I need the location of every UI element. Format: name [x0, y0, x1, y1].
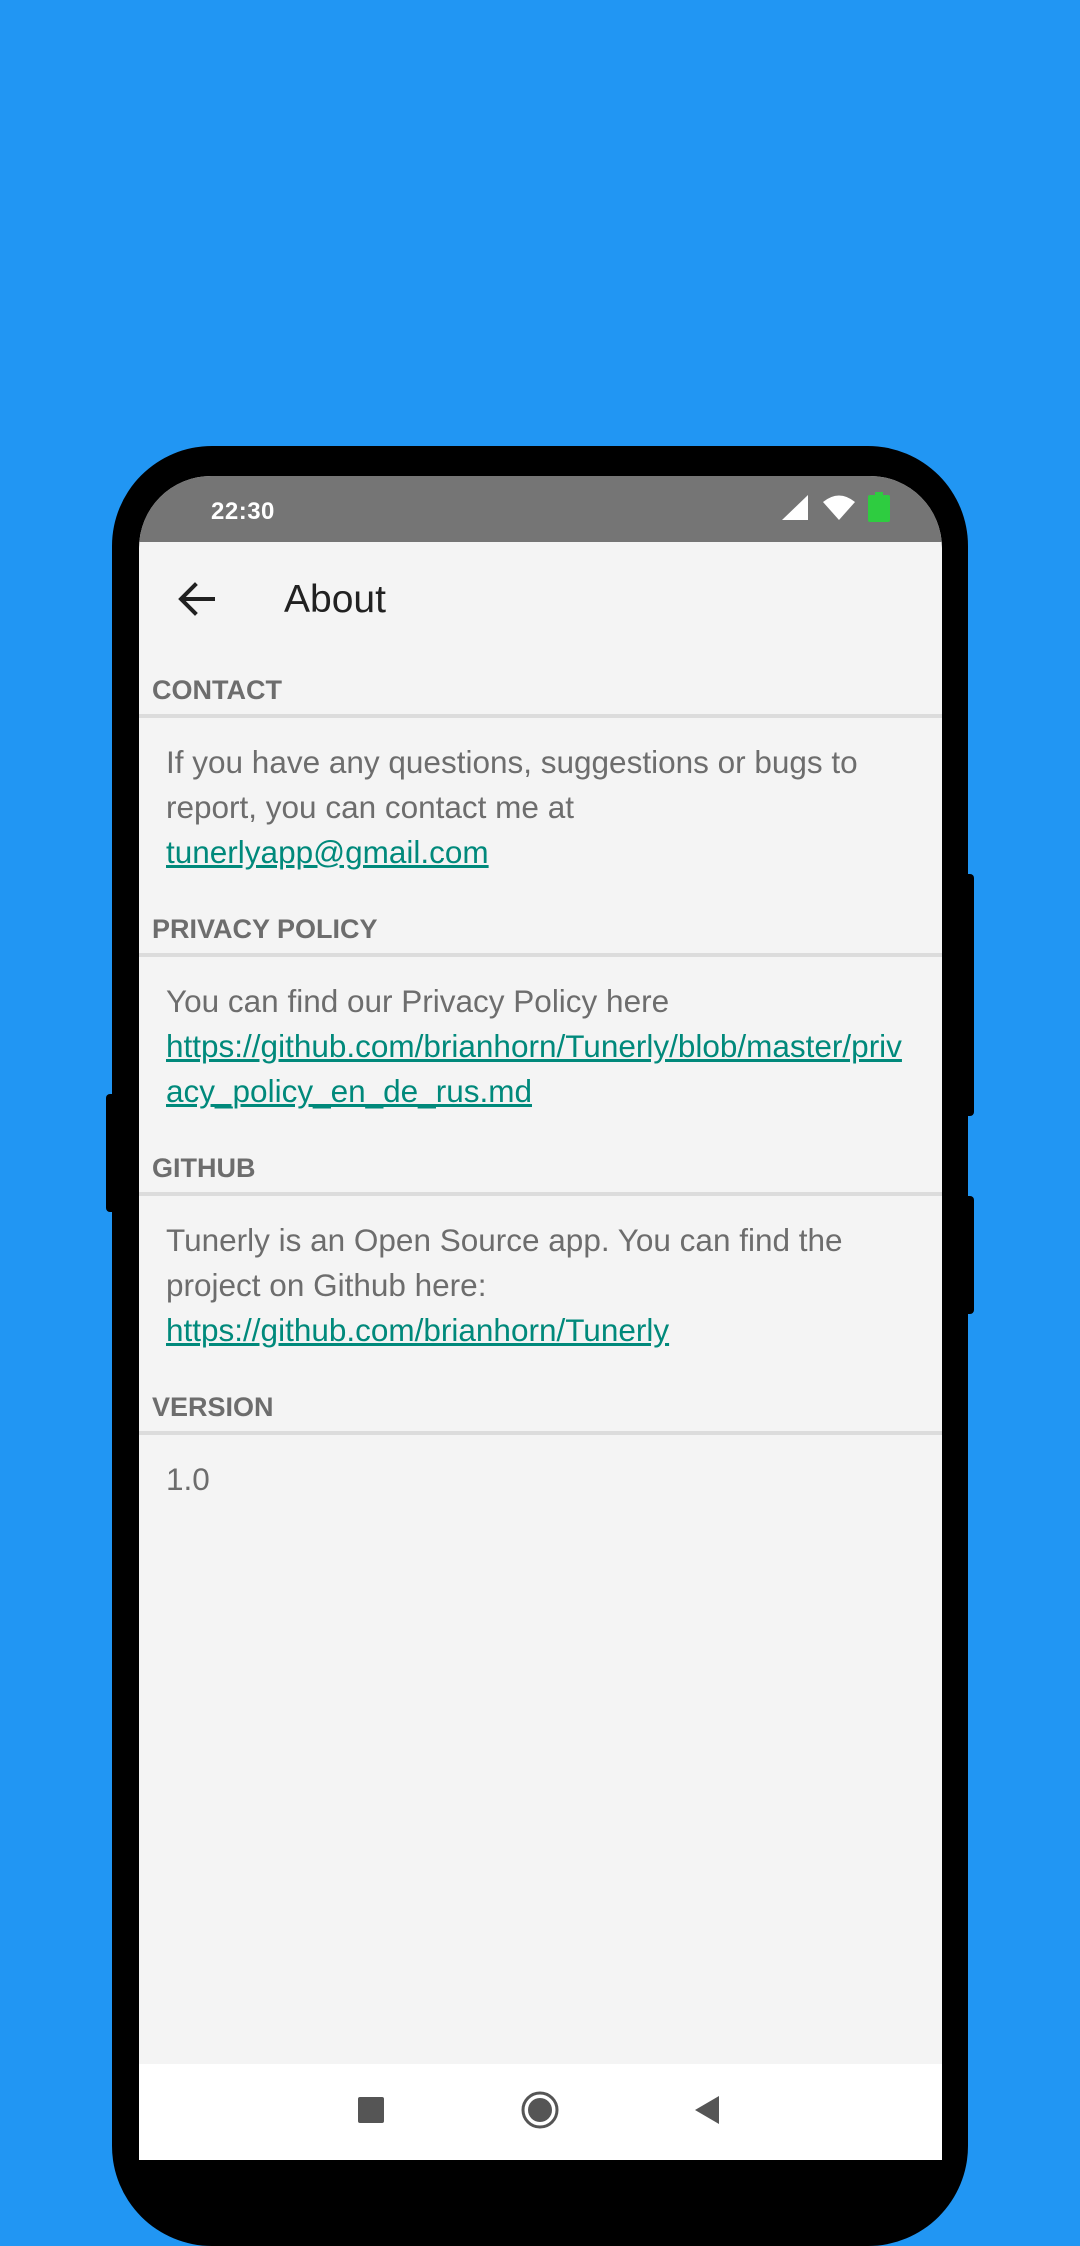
version-value: 1.0 [166, 1461, 210, 1497]
section-header: PRIVACY POLICY [139, 905, 942, 957]
phone-volume-button [964, 874, 974, 1116]
section-body: 1.0 [139, 1435, 942, 1526]
status-icons: 4 [780, 491, 890, 527]
section-text: You can find our Privacy Policy here [166, 983, 670, 1019]
section-header: VERSION [139, 1383, 942, 1435]
back-nav-button[interactable] [683, 2088, 731, 2136]
svg-text:4: 4 [843, 512, 849, 521]
app-bar: About [139, 542, 942, 660]
section-privacy-policy: PRIVACY POLICY You can find our Privacy … [139, 905, 942, 1138]
section-github: GITHUB Tunerly is an Open Source app. Yo… [139, 1144, 942, 1377]
phone-side-button-left [106, 1094, 116, 1212]
section-header: GITHUB [139, 1144, 942, 1196]
email-link[interactable]: tunerlyapp@gmail.com [166, 834, 489, 870]
section-body: Tunerly is an Open Source app. You can f… [139, 1196, 942, 1377]
battery-icon [868, 491, 890, 527]
home-button[interactable] [516, 2088, 564, 2136]
section-body: If you have any questions, suggestions o… [139, 718, 942, 899]
privacy-policy-link[interactable]: https://github.com/brianhorn/Tunerly/blo… [166, 1028, 902, 1109]
system-nav-bar [139, 2064, 942, 2160]
cellular-signal-icon [780, 493, 810, 526]
github-link[interactable]: https://github.com/brianhorn/Tunerly [166, 1312, 669, 1348]
screen: 22:30 4 About CONTACT If you have any qu… [139, 476, 942, 2160]
arrow-back-icon [177, 581, 215, 621]
back-button[interactable] [161, 566, 231, 636]
wifi-icon: 4 [822, 493, 856, 526]
section-header: CONTACT [139, 666, 942, 718]
section-text: Tunerly is an Open Source app. You can f… [166, 1222, 843, 1303]
page-title: About [284, 578, 386, 621]
phone-power-button [964, 1196, 974, 1314]
about-content: CONTACT If you have any questions, sugge… [139, 660, 942, 1526]
section-version: VERSION 1.0 [139, 1383, 942, 1526]
home-circle-icon [520, 2090, 560, 2135]
section-text: If you have any questions, suggestions o… [166, 744, 858, 825]
status-time: 22:30 [211, 498, 275, 525]
status-bar: 22:30 4 [139, 476, 942, 542]
section-body: You can find our Privacy Policy here htt… [139, 957, 942, 1138]
section-contact: CONTACT If you have any questions, sugge… [139, 666, 942, 899]
square-icon [358, 2096, 384, 2128]
triangle-back-icon [693, 2095, 721, 2130]
recents-button[interactable] [347, 2088, 395, 2136]
